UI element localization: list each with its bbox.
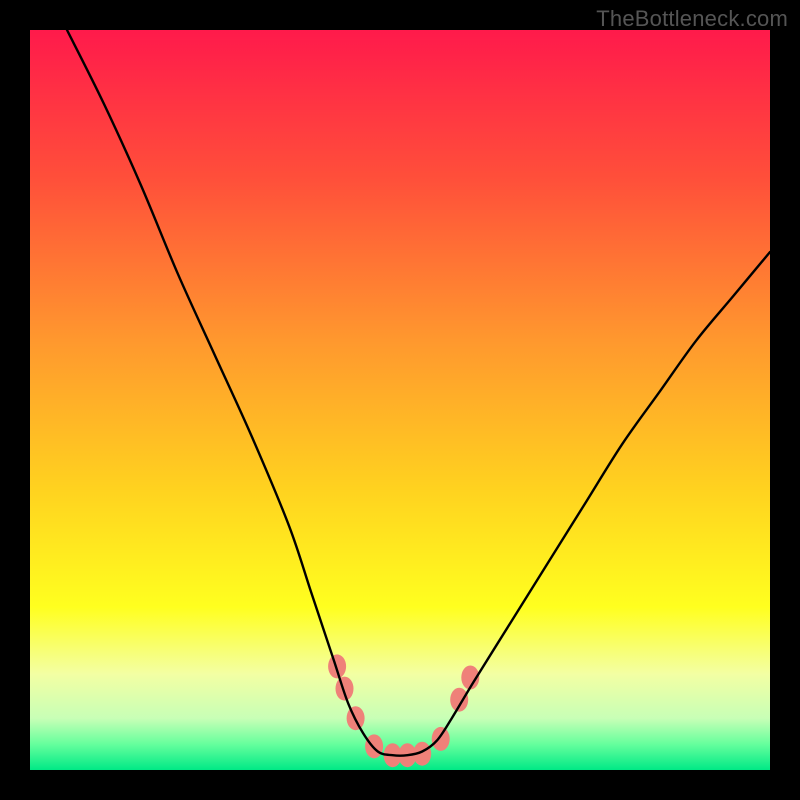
watermark-text: TheBottleneck.com [596,6,788,32]
curve-bead [432,727,450,751]
curve-bead [328,654,346,678]
plot-area [30,30,770,770]
curve-bead [365,734,383,758]
gradient-background [30,30,770,770]
chart-frame: TheBottleneck.com [0,0,800,800]
plot-svg [30,30,770,770]
curve-bead [336,677,354,701]
